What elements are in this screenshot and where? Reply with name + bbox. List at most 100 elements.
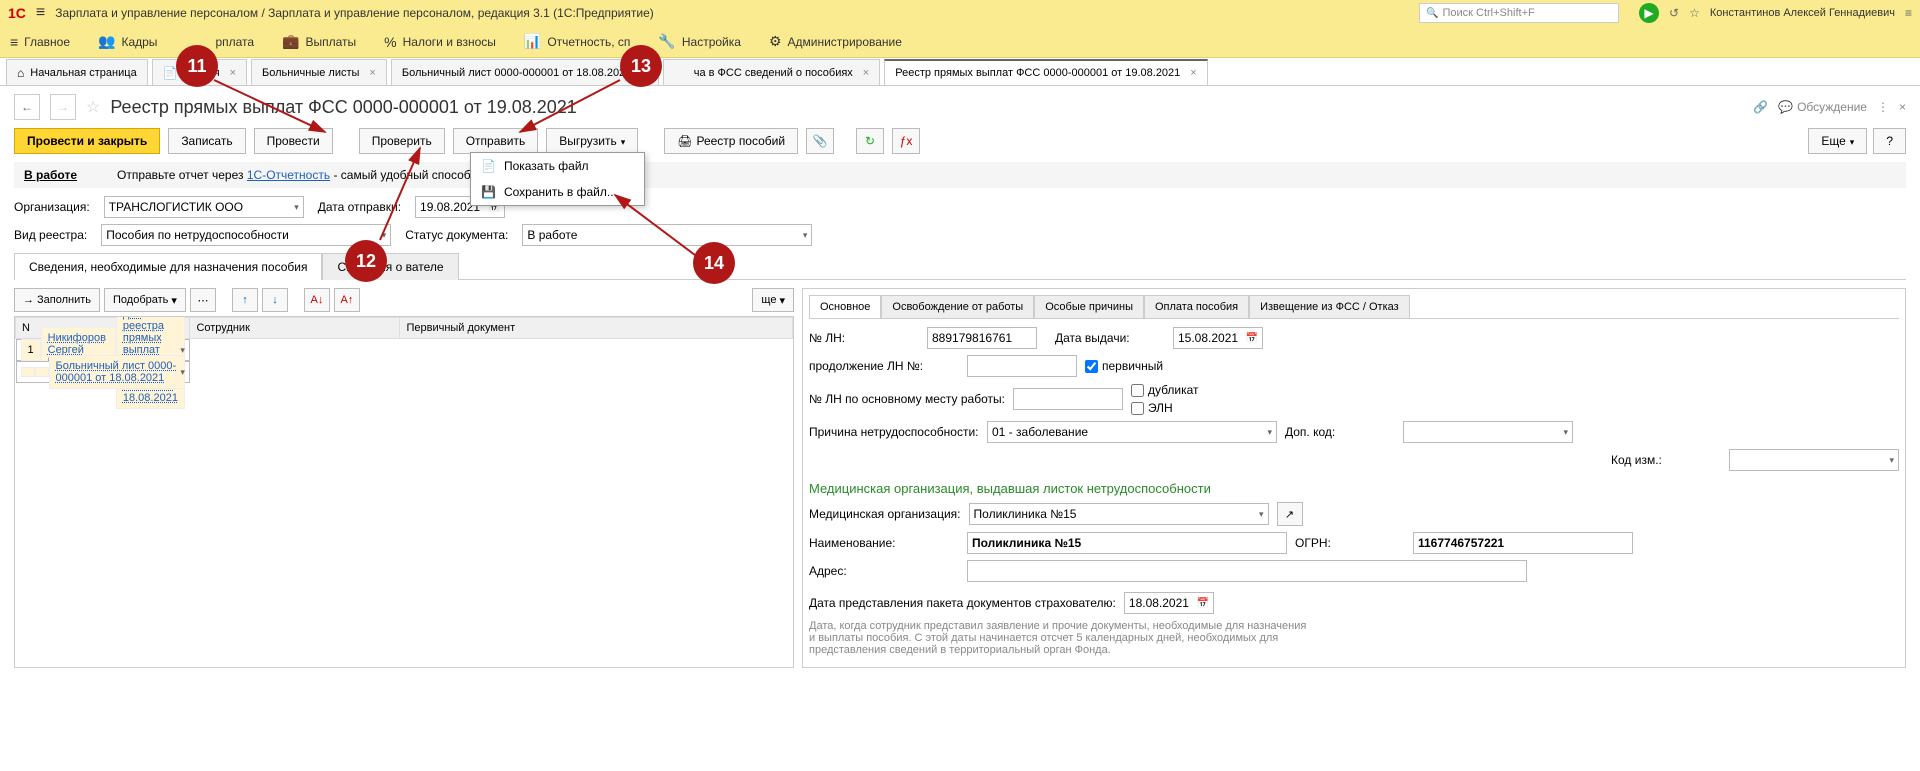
annotation-11: 11 [176, 45, 218, 87]
app-title: Зарплата и управление персоналом / Зарпл… [55, 6, 654, 20]
help-button[interactable]: ? [1873, 128, 1906, 154]
content-tabs: Сведения, необходимые для назначения пос… [14, 252, 1906, 280]
close-icon[interactable]: × [230, 67, 236, 79]
ln-field[interactable]: 889179816761 [927, 327, 1037, 349]
close-icon[interactable]: × [369, 67, 375, 79]
status-label[interactable]: В работе [24, 168, 77, 182]
user-menu-icon[interactable]: ≡ [1905, 6, 1912, 20]
menu-reports[interactable]: 📊Отчетность, сп [524, 33, 631, 50]
right-pane: Основное Освобождение от работы Особые п… [802, 288, 1906, 668]
issue-date-field[interactable]: 15.08.2021 [1173, 327, 1263, 349]
close-icon[interactable]: × [1190, 67, 1196, 79]
annotation-14: 14 [693, 242, 735, 284]
link-icon[interactable]: 🔗 [1753, 100, 1768, 114]
employees-table[interactable]: N Сотрудник Первичный документ 1 Никифор… [14, 316, 794, 668]
doc-link[interactable]: Больничный лист 0000-000001 от 18.08.202… [56, 360, 177, 384]
dd-show-file[interactable]: 📄Показать файл [471, 153, 644, 179]
doc-status-label: Статус документа: [405, 228, 508, 242]
rtab-main[interactable]: Основное [809, 295, 881, 318]
menu-icon[interactable]: ≡ [36, 4, 45, 22]
save-icon: 💾 [481, 185, 496, 199]
doc-status-field[interactable]: В работе [522, 224, 812, 246]
med-section-title: Медицинская организация, выдавшая листок… [809, 481, 1899, 496]
menu-main[interactable]: ≡Главное [10, 34, 70, 50]
menu-admin[interactable]: ⚙Администрирование [769, 33, 902, 50]
addcode-field[interactable] [1403, 421, 1573, 443]
tab-home[interactable]: ⌂Начальная страница [6, 59, 148, 85]
table-row[interactable]: Больничный лист 0000-000001 от 18.08.202… [16, 361, 190, 383]
page-header: ← → ☆ Реестр прямых выплат ФСС 0000-0000… [14, 94, 1906, 120]
left-pane: → Заполнить Подобрать ▾ ⋯ ↑ ↓ A↓ A↑ ще ▾… [14, 288, 794, 668]
ln-place-field[interactable] [1013, 388, 1123, 410]
org-field[interactable]: ТРАНСЛОГИСТИК ООО [104, 196, 304, 218]
search-input[interactable]: Поиск Ctrl+Shift+F [1419, 3, 1619, 23]
primary-checkbox[interactable]: первичный [1085, 359, 1163, 373]
tab-sickdoc[interactable]: Больничный лист 0000-000001 от 18.08.202… [391, 59, 659, 85]
send-button[interactable]: Отправить [453, 128, 539, 154]
reg-type-field[interactable]: Пособия по нетрудоспособности [101, 224, 391, 246]
cont-ln-field[interactable] [967, 355, 1077, 377]
username[interactable]: Константинов Алексей Геннадиевич [1710, 7, 1895, 19]
submit-date-field[interactable]: 18.08.2021 [1124, 592, 1214, 614]
post-button[interactable]: Провести [254, 128, 333, 154]
lp-more-button[interactable]: ще ▾ [752, 288, 794, 312]
file-icon: 📄 [481, 159, 496, 173]
addr-field[interactable] [967, 560, 1527, 582]
duplicate-checkbox[interactable]: дубликат [1131, 383, 1199, 397]
tab-sicklists[interactable]: Больничные листы× [251, 59, 387, 85]
sort-asc-icon[interactable]: A↓ [304, 288, 330, 312]
forward-button[interactable]: → [50, 94, 76, 120]
menu-taxes[interactable]: %Налоги и взносы [384, 34, 496, 50]
post-close-button[interactable]: Провести и закрыть [14, 128, 160, 154]
menu-hr[interactable]: 👥Кадры [98, 33, 157, 50]
org-label: Организация: [14, 200, 90, 214]
refresh-icon[interactable]: ↻ [856, 128, 884, 154]
tab-registry[interactable]: Реестр прямых выплат ФСС 0000-000001 от … [884, 59, 1208, 85]
registry-button[interactable]: 🖨 Реестр пособий [664, 128, 798, 154]
reporting-link[interactable]: 1С-Отчетность [247, 168, 330, 182]
reason-field[interactable]: 01 - заболевание [987, 421, 1277, 443]
menu-payments[interactable]: 💼Выплаты [282, 33, 356, 50]
tab-fss[interactable]: ча в ФСС сведений о пособиях× [663, 59, 881, 85]
play-icon[interactable]: ▶ [1639, 3, 1659, 23]
menu-settings[interactable]: 🔧Настройка [658, 33, 741, 50]
medname-field[interactable]: Поликлиника №15 [967, 532, 1287, 554]
ogrn-field[interactable]: 1167746757221 [1413, 532, 1633, 554]
close-page-icon[interactable]: × [1899, 100, 1906, 114]
star-icon[interactable]: ☆ [1689, 6, 1700, 20]
dots-icon[interactable]: ⋯ [190, 288, 216, 312]
rtab-payment[interactable]: Оплата пособия [1144, 295, 1249, 318]
history-icon[interactable]: ↺ [1669, 6, 1679, 20]
changecode-field[interactable] [1729, 449, 1899, 471]
attach-icon[interactable]: 📎 [806, 128, 834, 154]
up-icon[interactable]: ↑ [232, 288, 258, 312]
pick-button[interactable]: Подобрать ▾ [104, 288, 186, 312]
more-icon[interactable]: ⋮ [1877, 100, 1889, 114]
back-button[interactable]: ← [14, 94, 40, 120]
discuss-button[interactable]: 💬Обсуждение [1778, 100, 1867, 114]
dd-save-file[interactable]: 💾Сохранить в файл... [471, 179, 644, 205]
medorg-field[interactable]: Поликлиника №15 [969, 503, 1269, 525]
rtab-notice[interactable]: Извещение из ФСС / Отказ [1249, 295, 1410, 318]
close-icon[interactable]: × [863, 67, 869, 79]
footnote: Дата, когда сотрудник представил заявлен… [809, 620, 1309, 656]
save-button[interactable]: Записать [168, 128, 245, 154]
rtab-release[interactable]: Освобождение от работы [881, 295, 1034, 318]
menu-salary[interactable]: рплата [215, 35, 254, 49]
export-dropdown: 📄Показать файл 💾Сохранить в файл... [470, 152, 645, 206]
ctab-info[interactable]: Сведения, необходимые для назначения пос… [14, 253, 322, 280]
eln-checkbox[interactable]: ЭЛН [1131, 401, 1199, 415]
reg-type-label: Вид реестра: [14, 228, 87, 242]
rtab-special[interactable]: Особые причины [1034, 295, 1144, 318]
open-icon[interactable]: ↗ [1277, 502, 1303, 526]
fx-icon[interactable]: ƒx [892, 128, 920, 154]
down-icon[interactable]: ↓ [262, 288, 288, 312]
fill-button[interactable]: → Заполнить [14, 288, 100, 312]
ctab-insurer[interactable]: Сведения о вателе [322, 253, 458, 280]
check-button[interactable]: Проверить [359, 128, 445, 154]
more-button[interactable]: Еще [1808, 128, 1867, 154]
sort-desc-icon[interactable]: A↑ [334, 288, 360, 312]
export-button[interactable]: Выгрузить [546, 128, 638, 154]
annotation-13: 13 [620, 45, 662, 87]
favorite-icon[interactable]: ☆ [86, 97, 100, 117]
